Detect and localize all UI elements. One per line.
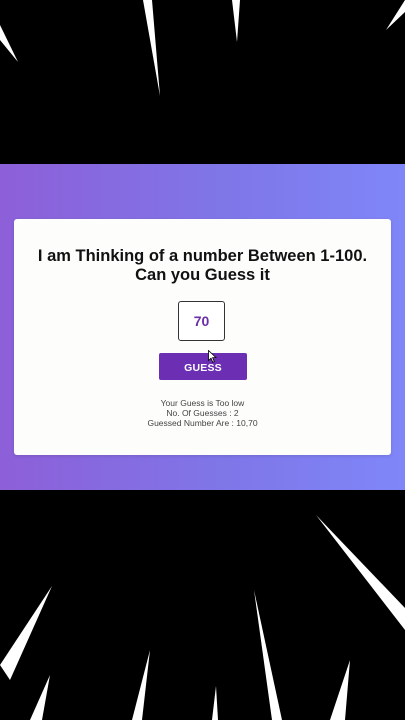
prompt-line-2: Can you Guess it (135, 266, 270, 284)
cursor-icon (208, 350, 217, 363)
ray-shape (0, 586, 52, 680)
ray-shape (0, 25, 18, 62)
game-status: Your Guess is Too low No. Of Guesses : 2… (14, 398, 391, 428)
game-card: I am Thinking of a number Between 1-100.… (14, 219, 391, 455)
guessed-numbers-text: Guessed Number Are : 10,70 (147, 418, 258, 428)
ray-shape (212, 686, 218, 720)
prompt-line-1: I am Thinking of a number Between 1-100. (37, 247, 368, 265)
ray-shape (386, 0, 405, 30)
ray-shape (330, 660, 350, 720)
app-background-band: I am Thinking of a number Between 1-100.… (0, 164, 405, 490)
ray-shape (316, 515, 405, 630)
ray-shape (232, 0, 240, 42)
ray-shape (132, 650, 150, 720)
decorative-rays-top (0, 0, 405, 96)
ray-shape (254, 590, 282, 720)
prompt-heading: I am Thinking of a number Between 1-100.… (14, 247, 391, 285)
feedback-text: Your Guess is Too low (160, 398, 245, 408)
ray-shape (143, 0, 160, 96)
decorative-rays-bottom (0, 515, 405, 720)
ray-shape (30, 675, 50, 720)
screen: I am Thinking of a number Between 1-100.… (0, 0, 405, 720)
guess-count-text: No. Of Guesses : 2 (166, 408, 239, 418)
guess-input[interactable] (178, 301, 225, 341)
guess-button[interactable]: GUESS (159, 353, 247, 380)
